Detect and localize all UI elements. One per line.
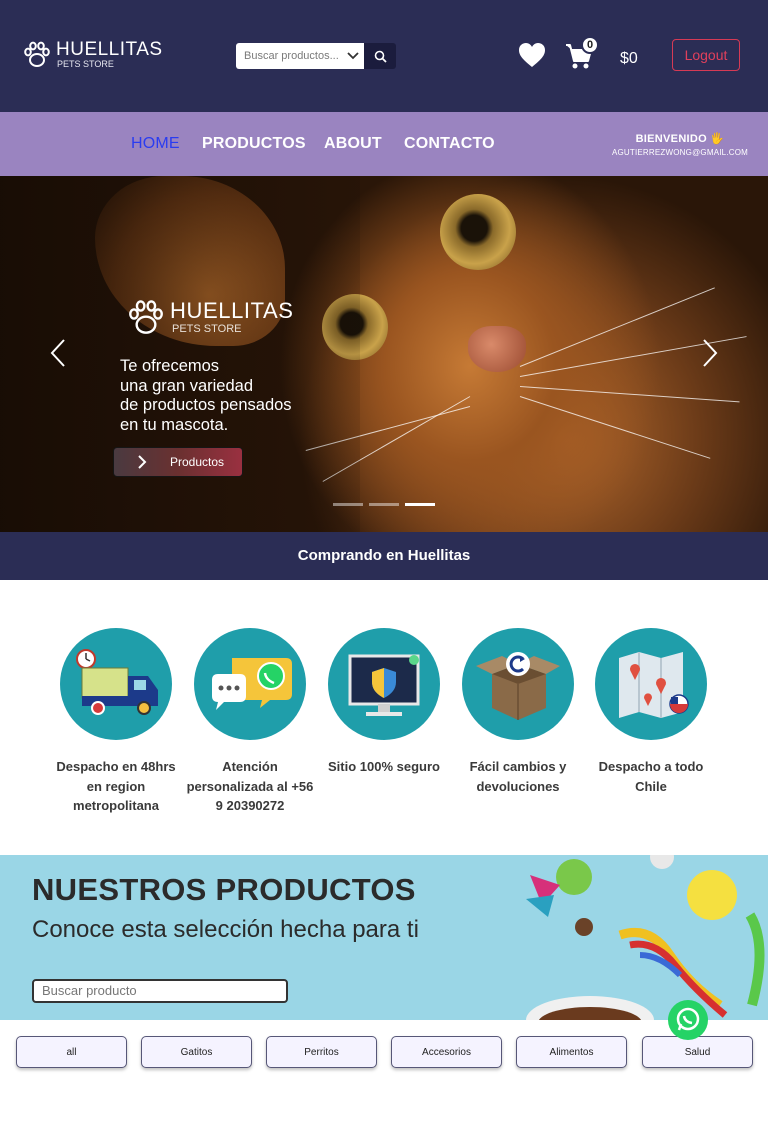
hero-brand-sub: PETS STORE <box>172 323 242 335</box>
nav-home[interactable]: HOME <box>131 135 180 153</box>
carousel-dot-3[interactable] <box>405 503 435 506</box>
main-nav: HOME PRODUCTOS ABOUT CONTACTO BIENVENIDO… <box>0 112 768 176</box>
feature-label: Fácil cambios y devoluciones <box>469 759 567 794</box>
return-box-icon <box>462 628 574 740</box>
feature-label: Despacho a todo Chile <box>598 759 704 794</box>
whatsapp-icon <box>676 1007 700 1031</box>
category-gatitos-button[interactable]: Gatitos <box>141 1036 252 1068</box>
category-accesorios-button[interactable]: Accesorios <box>391 1036 502 1068</box>
cat-nose <box>468 326 526 372</box>
hero-productos-button[interactable]: Productos <box>113 447 243 477</box>
heart-icon[interactable] <box>518 42 546 68</box>
cart-count-badge: 0 <box>581 36 599 54</box>
feature-label: Atención personalizada al +56 9 20390272 <box>186 759 314 813</box>
top-header: HUELLITAS PETS STORE Buscar productos...… <box>0 0 768 112</box>
whisker <box>519 287 715 367</box>
header-search: Buscar productos... <box>236 43 396 69</box>
welcome-text: BIENVENIDO 🖐 <box>635 133 725 145</box>
carousel-dot-1[interactable] <box>333 503 363 506</box>
cat-eye-right <box>440 194 516 270</box>
products-banner: NUESTROS PRODUCTOS Conoce esta selección… <box>0 855 768 1020</box>
chevron-right-icon <box>114 455 170 469</box>
paw-icon <box>24 41 50 67</box>
cart-total: $0 <box>620 50 638 67</box>
shopping-strip: Comprando en Huellitas <box>0 532 768 580</box>
pet-toys-image <box>526 855 765 1020</box>
whisker <box>519 396 711 459</box>
nav-about[interactable]: ABOUT <box>324 135 382 153</box>
hero-button-label: Productos <box>170 455 225 469</box>
feature-attention: Atención personalizada al +56 9 20390272 <box>183 628 317 816</box>
carousel-prev-icon[interactable] <box>48 338 68 368</box>
category-salud-button[interactable]: Salud <box>642 1036 753 1068</box>
hero-tagline: Te ofrecemos una gran variedad de produc… <box>120 357 292 435</box>
hero-line: una gran variedad <box>120 376 254 395</box>
feature-secure: Sitio 100% seguro <box>317 628 451 777</box>
products-subtitle: Conoce esta selección hecha para ti <box>32 916 419 943</box>
brand-subtitle: PETS STORE <box>57 59 114 69</box>
products-title: NUESTROS PRODUCTOS <box>32 872 416 907</box>
search-button[interactable] <box>364 43 396 69</box>
chevron-down-icon[interactable] <box>342 43 364 69</box>
feature-returns: Fácil cambios y devoluciones <box>451 628 585 796</box>
user-welcome: BIENVENIDO 🖐 AGUTIERREZWONG@GMAIL.COM <box>612 132 748 157</box>
carousel-dot-2[interactable] <box>369 503 399 506</box>
feature-delivery: Despacho en 48hrs en region metropolitan… <box>49 628 183 816</box>
chile-map-icon <box>595 628 707 740</box>
hero-brand: HUELLITAS <box>170 298 294 323</box>
feature-label: Despacho en 48hrs en region metropolitan… <box>56 759 176 813</box>
nav-contacto[interactable]: CONTACTO <box>404 135 495 153</box>
secure-monitor-icon <box>328 628 440 740</box>
category-alimentos-button[interactable]: Alimentos <box>516 1036 627 1068</box>
nav-productos[interactable]: PRODUCTOS <box>202 135 306 153</box>
feature-label: Sitio 100% seguro <box>328 759 440 774</box>
product-search-input[interactable]: Buscar producto <box>32 979 288 1003</box>
category-all-button[interactable]: all <box>16 1036 127 1068</box>
logout-button[interactable]: Logout <box>672 39 740 71</box>
delivery-truck-icon <box>60 628 172 740</box>
hero-carousel: HUELLITAS PETS STORE Te ofrecemos una gr… <box>0 176 768 532</box>
brand-title: HUELLITAS <box>56 39 163 60</box>
brand-logo[interactable]: HUELLITAS PETS STORE <box>22 40 163 70</box>
paw-icon <box>129 300 163 334</box>
hero-logo: HUELLITAS PETS STORE <box>126 298 294 338</box>
user-email: AGUTIERREZWONG@GMAIL.COM <box>611 148 748 157</box>
hero-line: en tu mascota. <box>120 415 229 434</box>
carousel-next-icon[interactable] <box>700 338 720 368</box>
whatsapp-chat-icon <box>194 628 306 740</box>
feature-shipping-chile: Despacho a todo Chile <box>584 628 718 796</box>
search-icon <box>374 50 387 63</box>
search-input[interactable]: Buscar productos... <box>236 43 364 69</box>
search-placeholder: Buscar productos... <box>244 50 339 62</box>
category-perritos-button[interactable]: Perritos <box>266 1036 377 1068</box>
hero-line: de productos pensados <box>120 396 292 414</box>
carousel-indicators <box>333 503 441 506</box>
whatsapp-float-button[interactable] <box>668 1000 708 1040</box>
hero-line: Te ofrecemos <box>120 357 220 375</box>
whisker <box>519 386 740 403</box>
